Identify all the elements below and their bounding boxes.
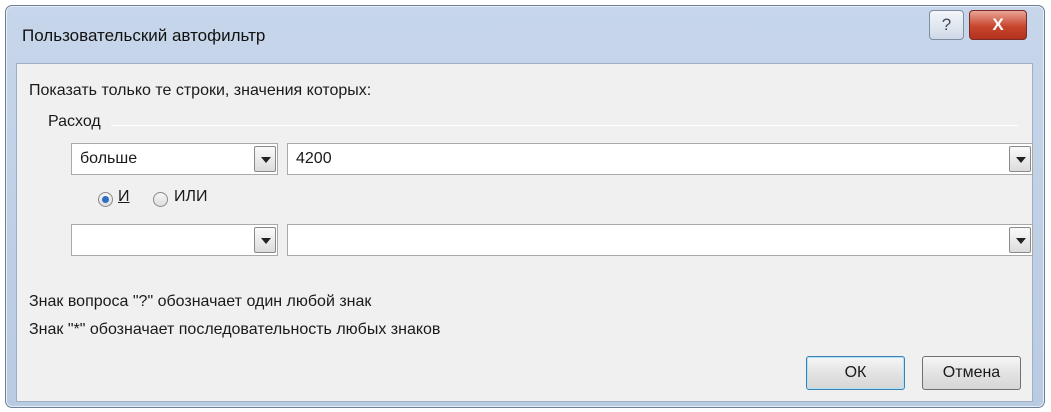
hint-asterisk: Знак "*" обозначает последовательность л… xyxy=(29,321,441,338)
help-icon: ? xyxy=(941,15,952,34)
cancel-button[interactable]: Отмена xyxy=(922,356,1021,390)
window-title: Пользовательский автофильтр xyxy=(22,26,266,45)
custom-autofilter-dialog: Пользовательский автофильтр ? X Показать… xyxy=(5,5,1045,408)
close-icon: X xyxy=(992,15,1004,34)
chevron-down-icon[interactable] xyxy=(254,227,276,253)
help-button[interactable]: ? xyxy=(929,10,964,40)
chevron-down-icon[interactable] xyxy=(1009,227,1031,253)
condition1-operator-value: больше xyxy=(80,150,138,167)
field-name-label: Расход xyxy=(48,113,101,130)
instruction-label: Показать только те строки, значения кото… xyxy=(29,82,372,99)
condition2-value-combo[interactable] xyxy=(287,224,1033,256)
condition1-operator-select[interactable]: больше xyxy=(71,143,278,175)
dialog-body: Показать только те строки, значения кото… xyxy=(16,63,1033,402)
group-separator xyxy=(111,125,1018,126)
and-radio[interactable] xyxy=(98,192,113,207)
title-bar[interactable]: Пользовательский автофильтр ? X xyxy=(6,6,1044,62)
condition1-value-combo[interactable]: 4200 xyxy=(287,143,1033,175)
or-radio-label[interactable]: ИЛИ xyxy=(174,188,208,206)
close-button[interactable]: X xyxy=(969,10,1027,40)
condition2-operator-select[interactable] xyxy=(71,224,278,256)
or-radio[interactable] xyxy=(153,192,168,207)
hint-question-mark: Знак вопроса "?" обозначает один любой з… xyxy=(29,293,372,310)
ok-button[interactable]: ОК xyxy=(806,356,905,390)
chevron-down-icon[interactable] xyxy=(254,146,276,172)
and-radio-label[interactable]: И xyxy=(118,188,130,206)
condition1-value: 4200 xyxy=(296,150,332,167)
chevron-down-icon[interactable] xyxy=(1009,146,1031,172)
